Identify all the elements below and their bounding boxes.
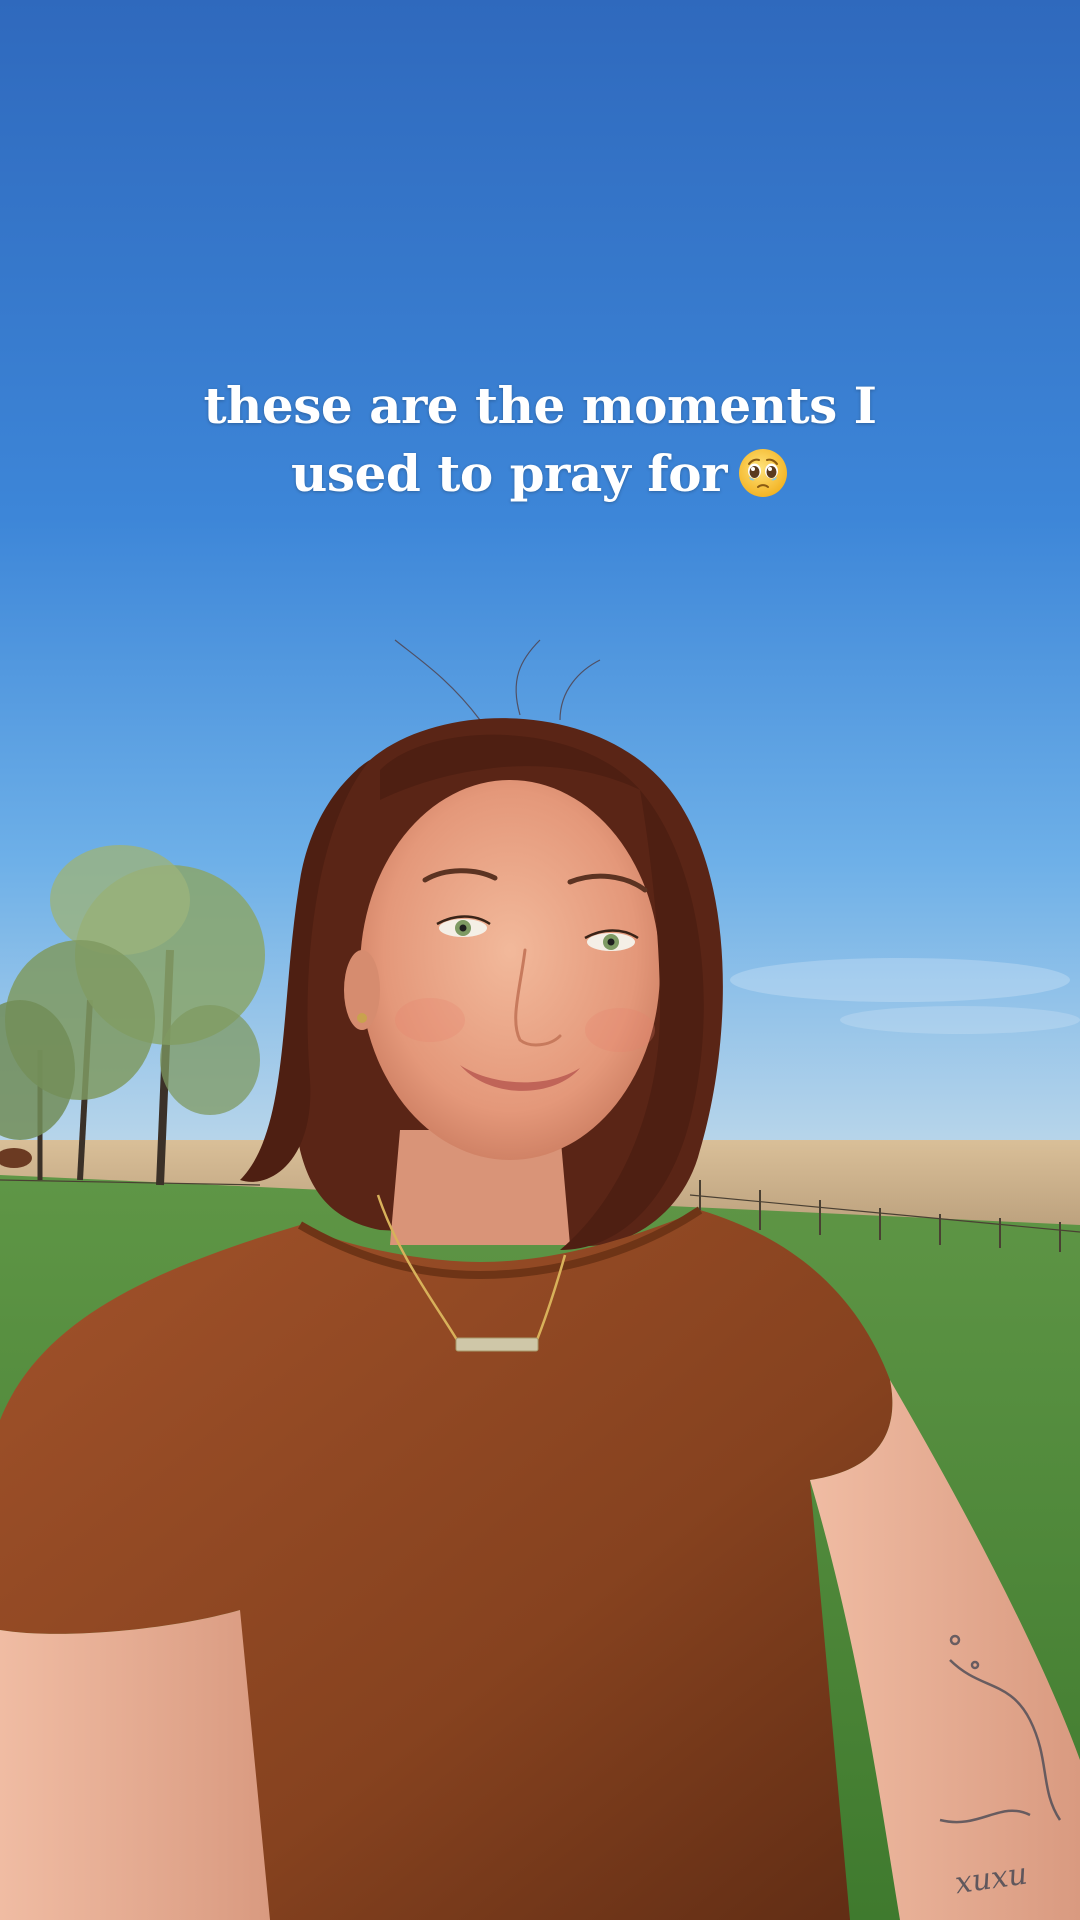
caption-overlay: these are the moments I used to pray for [90,372,990,508]
necklace-bar [455,1337,539,1352]
caption-line-1: these are the moments I [203,376,877,435]
selfie-photo: xuxu [0,0,1080,1920]
face [360,780,660,1160]
left-arm [0,1610,270,1920]
video-frame: xuxu these are the moments I used to pra… [0,0,1080,1920]
pleading-face-emoji [738,449,787,497]
cloud [730,958,1070,1002]
cloud [840,1006,1080,1034]
caption-line-2: used to pray for [90,440,990,508]
earring [357,1013,367,1023]
caption-line-2-text: used to pray for [291,444,727,503]
